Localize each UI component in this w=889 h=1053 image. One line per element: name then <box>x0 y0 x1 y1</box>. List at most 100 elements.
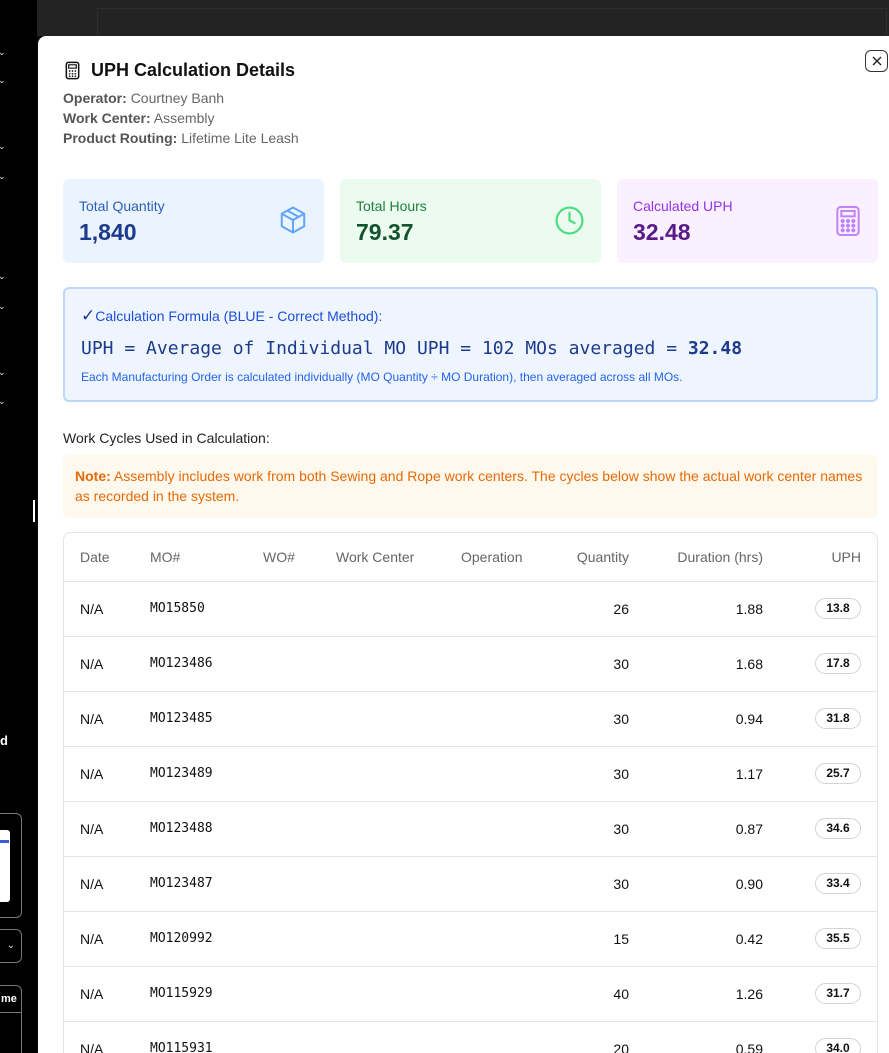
cell-uph: 34.6 <box>763 801 877 857</box>
cell-wo-number <box>263 581 336 637</box>
chevron-down-icon[interactable]: ⌄ <box>0 47 8 57</box>
note-label: Note: <box>75 468 111 484</box>
note-banner: Note: Assembly includes work from both S… <box>63 455 878 518</box>
card-label: Total Quantity <box>79 198 165 214</box>
note-text: Assembly includes work from both Sewing … <box>75 468 863 504</box>
cell-duration: 0.90 <box>629 856 763 912</box>
table-row[interactable]: N/A MO120992 15 0.42 35.5 <box>64 911 877 967</box>
chevron-down-icon[interactable]: ⌄ <box>0 367 8 377</box>
uph-badge: 35.5 <box>815 928 861 949</box>
cell-operation <box>461 801 557 857</box>
scroll-indicator <box>33 500 35 522</box>
cell-uph: 31.8 <box>763 691 877 747</box>
card-label: Calculated UPH <box>633 198 733 214</box>
cell-date: N/A <box>64 636 150 692</box>
cell-operation <box>461 581 557 637</box>
column-header-operation[interactable]: Operation <box>461 533 557 582</box>
chevron-down-icon[interactable]: ⌄ <box>0 271 8 281</box>
divider <box>0 1012 22 1013</box>
summary-cards: Total Quantity 1,840 Total Hours 79.37 C… <box>63 179 878 263</box>
table-row[interactable]: N/A MO123489 30 1.17 25.7 <box>64 746 877 802</box>
background-tab[interactable]: me <box>0 985 22 1015</box>
cell-work-center <box>336 966 461 1022</box>
background-label: d <box>0 733 8 748</box>
cell-duration: 0.42 <box>629 911 763 967</box>
cell-work-center <box>336 1021 461 1053</box>
work-center-label: Work Center: <box>63 110 151 126</box>
cell-operation <box>461 636 557 692</box>
cell-date: N/A <box>64 856 150 912</box>
cell-work-center <box>336 801 461 857</box>
column-header-mo[interactable]: MO# <box>150 533 263 582</box>
chevron-down-icon: ⌄ <box>6 940 15 951</box>
table-row[interactable]: N/A MO15850 26 1.88 13.8 <box>64 581 877 637</box>
formula-equation: UPH = Average of Individual MO UPH = 102… <box>81 338 860 359</box>
card-value: 32.48 <box>633 219 691 245</box>
table-row[interactable]: N/A MO123487 30 0.90 33.4 <box>64 856 877 912</box>
column-header-quantity[interactable]: Quantity <box>557 533 629 582</box>
uph-badge: 17.8 <box>815 653 861 674</box>
cell-work-center <box>336 856 461 912</box>
close-icon <box>872 56 881 66</box>
cell-date: N/A <box>64 801 150 857</box>
cell-quantity: 20 <box>557 1021 629 1053</box>
section-title: Work Cycles Used in Calculation: <box>63 430 270 446</box>
calculation-formula-panel: ✓Calculation Formula (BLUE - Correct Met… <box>63 287 878 402</box>
uph-badge: 13.8 <box>815 598 861 619</box>
table-row[interactable]: N/A MO115929 40 1.26 31.7 <box>64 966 877 1022</box>
cell-date: N/A <box>64 691 150 747</box>
cell-quantity: 30 <box>557 856 629 912</box>
cell-mo-number: MO123487 <box>150 856 263 912</box>
work-cycles-table: Date MO# WO# Work Center Operation Quant… <box>63 532 878 1053</box>
cell-date: N/A <box>64 581 150 637</box>
table-row[interactable]: N/A MO123486 30 1.68 17.8 <box>64 636 877 692</box>
cell-date: N/A <box>64 911 150 967</box>
cell-uph: 13.8 <box>763 581 877 637</box>
formula-description: Each Manufacturing Order is calculated i… <box>81 370 683 384</box>
uph-badge: 34.0 <box>815 1038 861 1053</box>
chevron-down-icon[interactable]: ⌄ <box>0 171 8 181</box>
cell-date: N/A <box>64 746 150 802</box>
cell-uph: 25.7 <box>763 746 877 802</box>
cell-uph: 31.7 <box>763 966 877 1022</box>
formula-title: Calculation Formula (BLUE - Correct Meth… <box>95 308 383 324</box>
chevron-down-icon[interactable]: ⌄ <box>0 301 8 311</box>
column-header-date[interactable]: Date <box>64 533 150 582</box>
close-button[interactable] <box>865 50 888 72</box>
cell-wo-number <box>263 856 336 912</box>
cell-quantity: 26 <box>557 581 629 637</box>
cell-work-center <box>336 581 461 637</box>
cell-work-center <box>336 636 461 692</box>
column-header-wo[interactable]: WO# <box>263 533 336 582</box>
uph-details-modal: UPH Calculation Details Operator: Courtn… <box>38 36 889 1053</box>
uph-badge: 33.4 <box>815 873 861 894</box>
cell-duration: 1.88 <box>629 581 763 637</box>
cell-mo-number: MO123486 <box>150 636 263 692</box>
table-row[interactable]: N/A MO123488 30 0.87 34.6 <box>64 801 877 857</box>
column-header-uph[interactable]: UPH <box>763 533 877 582</box>
cell-date: N/A <box>64 1021 150 1053</box>
column-header-work-center[interactable]: Work Center <box>336 533 461 582</box>
chevron-down-icon[interactable]: ⌄ <box>0 141 8 151</box>
modal-header: UPH Calculation Details Operator: Courtn… <box>63 60 299 148</box>
total-hours-card: Total Hours 79.37 <box>340 179 601 263</box>
cell-uph: 34.0 <box>763 1021 877 1053</box>
cell-wo-number <box>263 801 336 857</box>
uph-badge: 25.7 <box>815 763 861 784</box>
routing-label: Product Routing: <box>63 130 178 146</box>
chevron-down-icon[interactable]: ⌄ <box>0 396 8 406</box>
cell-duration: 0.94 <box>629 691 763 747</box>
cell-duration: 1.17 <box>629 746 763 802</box>
table-row[interactable]: N/A MO115931 20 0.59 34.0 <box>64 1021 877 1053</box>
operator-label: Operator: <box>63 90 127 106</box>
modal-title: UPH Calculation Details <box>91 60 296 80</box>
table-row[interactable]: N/A MO123485 30 0.94 31.8 <box>64 691 877 747</box>
cell-uph: 17.8 <box>763 636 877 692</box>
cell-duration: 1.26 <box>629 966 763 1022</box>
background-dropdown[interactable]: ⌄ <box>0 929 22 963</box>
uph-badge: 34.6 <box>815 818 861 839</box>
chevron-down-icon[interactable]: ⌄ <box>0 75 8 85</box>
formula-equation-text: UPH = Average of Individual MO UPH = 102… <box>81 338 688 359</box>
column-header-duration[interactable]: Duration (hrs) <box>629 533 763 582</box>
calculator-icon <box>836 206 860 236</box>
